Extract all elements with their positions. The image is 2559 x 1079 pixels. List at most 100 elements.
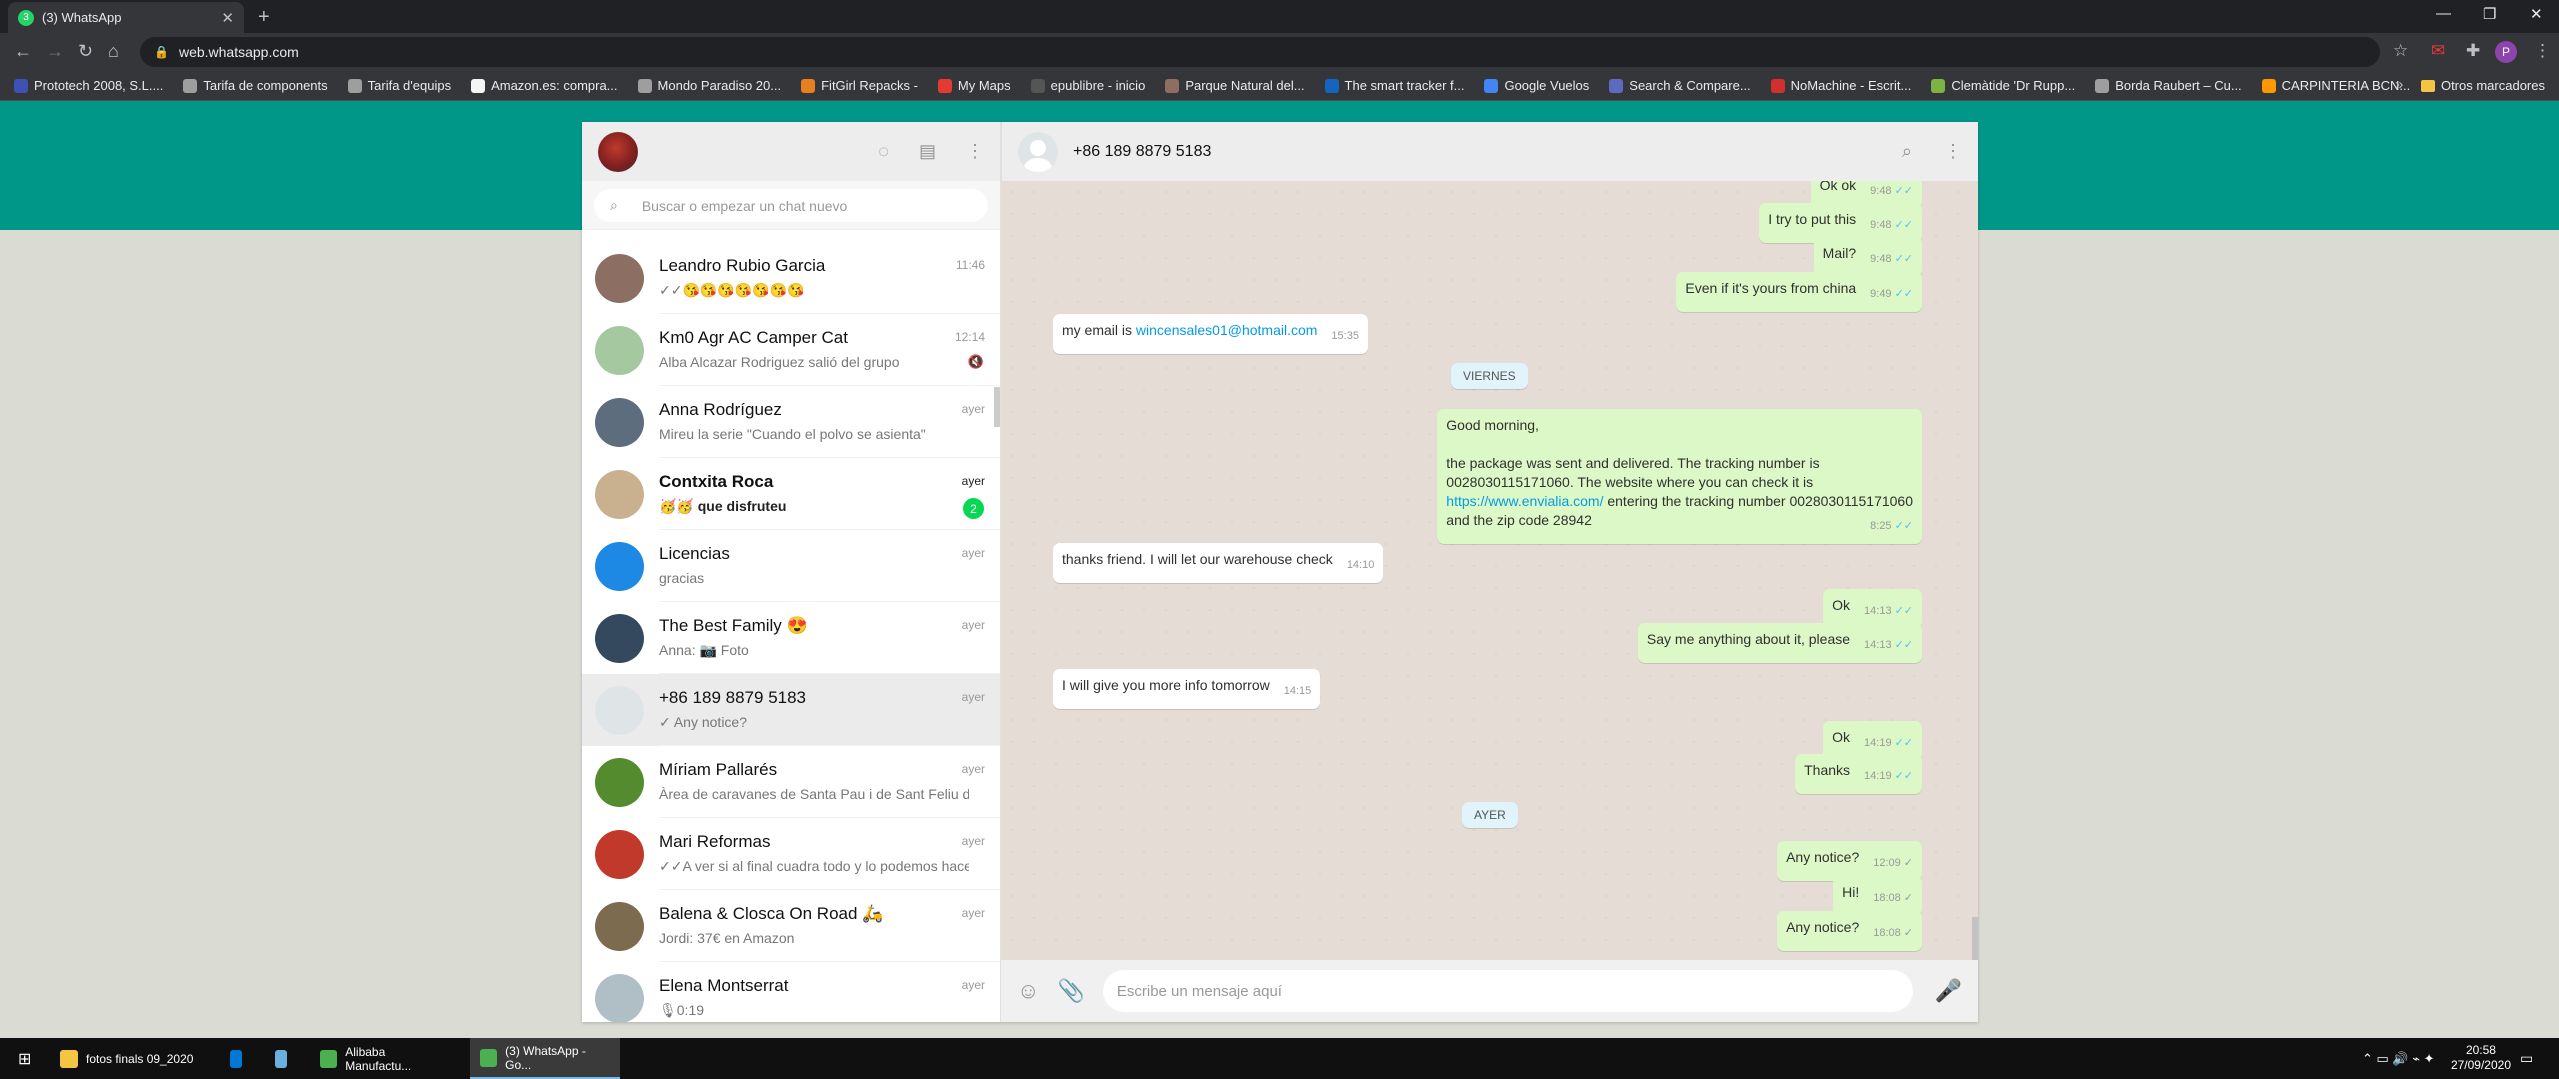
outgoing-message[interactable]: Any notice? 12:09 ✓ [1777,841,1922,881]
start-icon[interactable]: ⊞ [8,1038,41,1079]
chat-avatar[interactable] [595,613,644,663]
chat-item[interactable]: Licencias gracias ayer [582,530,1000,602]
bookmark-item[interactable]: Parque Natural del... [1165,78,1305,93]
taskbar-item[interactable]: fotos finals 09_2020 [50,1038,210,1079]
tab-close-icon[interactable]: ✕ [221,9,234,27]
home-icon[interactable]: ⌂ [108,41,119,62]
emoji-icon[interactable]: ☺ [1017,978,1039,1004]
taskbar-item[interactable]: Alibaba Manufactu... [310,1038,460,1079]
back-icon[interactable]: ← [14,41,32,62]
bookmark-item[interactable]: Search & Compare... [1609,78,1751,93]
bookmark-item[interactable]: NoMachine - Escrit... [1770,78,1911,93]
chat-avatar[interactable] [595,829,644,879]
chat-avatar[interactable] [595,685,644,735]
taskbar-item[interactable] [220,1038,260,1079]
chat-item[interactable]: Leandro Rubio Garcia ✓✓😘😘😘😘😘😘😘 11:46 [582,242,1000,314]
chat-item[interactable]: +86 189 8879 5183 ✓ Any notice? ayer [582,674,1000,746]
chat-avatar[interactable] [595,325,644,375]
chat-item[interactable]: Elena Montserrat 🎙0:19 ayer [582,962,1000,1022]
extension-mail-icon[interactable]: ✉ [2431,41,2445,61]
incoming-message[interactable]: my email is wincensales01@hotmail.com 15:… [1053,314,1368,354]
outgoing-message[interactable]: Hi! 18:08 ✓ [1833,876,1922,916]
bookmarks-overflow-icon[interactable]: » [2395,76,2403,93]
contact-avatar[interactable] [1018,131,1058,172]
outgoing-message[interactable]: Good morning, the package was sent and d… [1437,409,1922,544]
new-tab-icon[interactable]: + [258,6,270,29]
outgoing-message[interactable]: Thanks 14:19 ✓✓ [1795,754,1922,794]
chat-avatar[interactable] [595,541,644,591]
chat-item[interactable]: Míriam Pallarés Àrea de caravanes de Sant… [582,746,1000,818]
minimize-icon[interactable]: — [2436,5,2451,22]
bookmark-item[interactable]: Borda Raubert – Cu... [2095,78,2242,93]
chat-last-message: Jordi: 37€ en Amazon [659,930,795,946]
sidebar-scrollbar[interactable] [994,387,1000,427]
tray-icons[interactable]: ⌃ ▭ 🔊 ⌁ ✦ [2352,1038,2445,1079]
bookmark-item[interactable]: Tarifa d'equips [347,78,451,93]
bookmark-item[interactable]: My Maps [937,78,1011,93]
other-bookmarks[interactable]: Otros marcadores [2420,78,2545,93]
chat-item-partial[interactable] [582,230,1000,242]
email-link[interactable]: wincensales01@hotmail.com [1136,322,1318,338]
chat-item[interactable]: Km0 Agr AC Camper Cat Alba Alcazar Rodrig… [582,314,1000,386]
bookmark-item[interactable]: Amazon.es: compra... [471,78,618,93]
conversation-header[interactable]: +86 189 8879 5183 ⌕ ⋮ [1001,122,1978,181]
bookmark-star-icon[interactable]: ☆ [2393,41,2408,61]
search-input[interactable]: ⌕ Buscar o empezar un chat nuevo [594,189,988,222]
message-input[interactable]: Escribe un mensaje aquí [1102,970,1913,1012]
my-avatar[interactable] [598,131,638,172]
bookmark-item[interactable]: CARPINTERIA BCN... [2261,78,2410,93]
restore-icon[interactable]: ❐ [2483,5,2496,23]
folder-icon [2420,79,2435,92]
chat-sidebar: ◌ ▤ ⋮ ⌕ Buscar o empezar un chat nuevo L… [582,122,1001,1022]
message-text: Even if it's yours from china [1685,280,1857,296]
chat-item[interactable]: The Best Family 😍 Anna: 📷 Foto ayer [582,602,1000,674]
taskbar-item[interactable] [265,1038,305,1079]
chat-avatar[interactable] [595,397,644,447]
conversation-menu-icon[interactable]: ⋮ [1944,141,1962,162]
tracking-link[interactable]: https://www.envialia.com/ [1446,493,1603,509]
chat-item[interactable]: Balena & Closca On Road 🛵 Jordi: 37€ en A… [582,890,1000,962]
outgoing-message[interactable]: Even if it's yours from china 9:49 ✓✓ [1676,272,1922,312]
status-icon[interactable]: ◌ [878,141,889,162]
taskbar-clock[interactable]: 20:58 27/09/2020 [2451,1043,2511,1073]
bookmark-item[interactable]: Tarifa de components [183,78,328,93]
contact-name[interactable]: +86 189 8879 5183 [1073,143,1211,161]
new-chat-icon[interactable]: ▤ [919,141,936,162]
address-bar[interactable]: 🔒 web.whatsapp.com [140,37,2380,67]
incoming-message[interactable]: thanks friend. I will let our warehouse … [1053,543,1384,583]
chat-item[interactable]: Mari Reformas ✓✓A ver si al final cuadra … [582,818,1000,890]
bookmark-favicon-icon [801,78,816,93]
tab-whatsapp[interactable]: 3 (3) WhatsApp ✕ [8,2,244,33]
chat-avatar[interactable] [595,253,644,303]
chrome-menu-icon[interactable]: ⋮ [2534,41,2551,61]
chat-avatar[interactable] [595,973,644,1022]
incoming-message[interactable]: I will give you more info tomorrow 14:15 [1053,669,1321,709]
taskbar-item[interactable]: (3) WhatsApp - Go... [470,1038,620,1079]
bookmark-item[interactable]: FitGirl Repacks - [801,78,918,93]
extensions-puzzle-icon[interactable]: ✚ [2466,41,2480,61]
bookmark-item[interactable]: The smart tracker f... [1324,78,1464,93]
reload-icon[interactable]: ↻ [78,41,93,62]
outgoing-message[interactable]: Say me anything about it, please 14:13 ✓✓ [1637,623,1922,663]
bookmark-item[interactable]: Google Vuelos [1484,78,1589,93]
search-messages-icon[interactable]: ⌕ [1902,141,1912,162]
forward-icon[interactable]: → [46,41,64,62]
bookmark-item[interactable]: Prototech 2008, S.L.... [14,78,163,93]
outgoing-message[interactable]: Any notice? 18:08 ✓ [1777,911,1922,951]
microphone-icon[interactable]: 🎤 [1935,978,1962,1004]
bookmark-item[interactable]: epublibre - inicio [1030,78,1145,93]
chat-avatar[interactable] [595,757,644,807]
notifications-icon[interactable]: ▭ [2510,1038,2543,1079]
bookmark-item[interactable]: Mondo Paradiso 20... [637,78,781,93]
window-close-icon[interactable]: ✕ [2530,5,2543,23]
profile-avatar[interactable]: P [2495,41,2517,63]
chat-avatar[interactable] [595,469,644,519]
bookmark-favicon-icon [2261,78,2276,93]
attach-icon[interactable]: 📎 [1057,978,1084,1004]
chat-item[interactable]: Anna Rodríguez Mirеu la serie "Cuando el … [582,386,1000,458]
chat-avatar[interactable] [595,901,644,951]
bookmark-item[interactable]: Clemàtide 'Dr Rupp... [1931,78,2075,93]
chat-item[interactable]: Contxita Roca 🥳🥳 que disfruteu ayer 2 [582,458,1000,530]
outgoing-message[interactable]: Mail? 9:48 ✓✓ [1813,237,1922,277]
menu-icon[interactable]: ⋮ [966,141,984,162]
